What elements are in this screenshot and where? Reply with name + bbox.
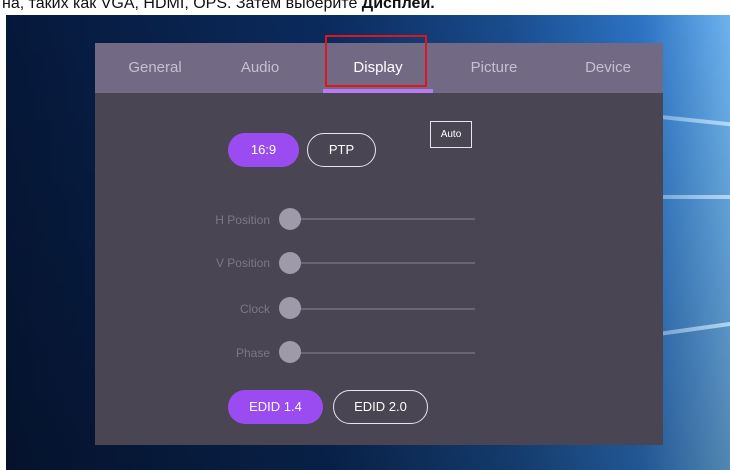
auto-adjust-button[interactable]: Auto <box>430 121 472 148</box>
aspect-16-9-button[interactable]: 16:9 <box>228 133 299 167</box>
phase-label: Phase <box>235 346 270 360</box>
instruction-caption: на, таких как VGA, HDMI, OPS. Затем выбе… <box>0 0 730 14</box>
tab-audio[interactable]: Audio <box>205 43 315 93</box>
clock-track[interactable] <box>291 308 475 310</box>
edid-1-4-button[interactable]: EDID 1.4 <box>228 390 323 424</box>
phase-knob[interactable] <box>279 341 301 363</box>
clock-knob[interactable] <box>279 297 301 319</box>
caption-bold-text: Дисплей. <box>361 0 435 12</box>
active-tab-indicator <box>323 89 433 93</box>
tab-general[interactable]: General <box>95 43 215 93</box>
desktop-background: General Audio Display Picture Device 16:… <box>6 15 730 470</box>
edid-2-0-button[interactable]: EDID 2.0 <box>333 390 428 424</box>
clock-label: Clock <box>239 302 270 316</box>
aspect-ptp-button[interactable]: PTP <box>307 133 376 167</box>
phase-track[interactable] <box>291 352 475 354</box>
h-position-knob[interactable] <box>279 208 301 230</box>
tab-picture[interactable]: Picture <box>439 43 549 93</box>
v-position-track[interactable] <box>291 262 475 264</box>
caption-text: на, таких как VGA, HDMI, OPS. Затем выбе… <box>2 0 362 12</box>
tab-device[interactable]: Device <box>553 43 663 93</box>
v-position-knob[interactable] <box>279 252 301 274</box>
h-position-label: H Position <box>215 213 270 227</box>
display-tab-highlight-box <box>325 35 427 87</box>
v-position-label: V Position <box>215 256 270 270</box>
display-settings-panel: General Audio Display Picture Device 16:… <box>95 43 663 445</box>
h-position-track[interactable] <box>291 218 475 220</box>
